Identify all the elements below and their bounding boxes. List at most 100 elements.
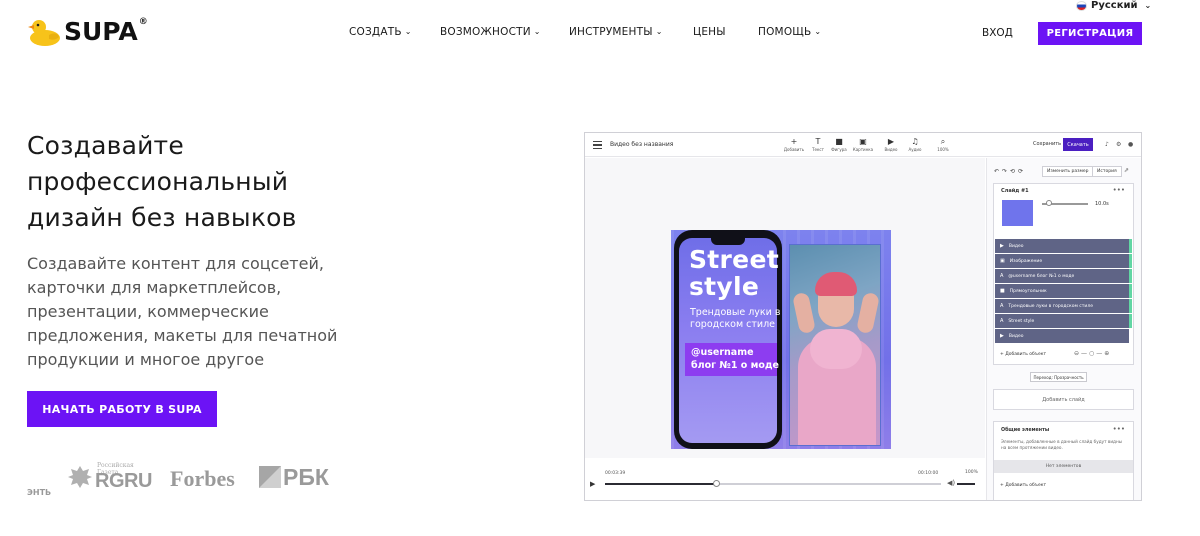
video-icon: ▶ xyxy=(887,137,895,146)
tool-label: Добавить xyxy=(783,147,805,152)
nav-label: СОЗДАТЬ xyxy=(349,26,402,38)
tool-shape[interactable]: ■ Фигура xyxy=(827,137,851,153)
tool-audio[interactable]: ♫ Аудио xyxy=(903,137,927,153)
nav-item-create[interactable]: СОЗДАТЬ ⌄ xyxy=(349,26,412,38)
press-logo-rbk[interactable]: РБК xyxy=(259,464,329,490)
slide-card[interactable]: Слайд #1 ••• изменить фон 10.0s ▶ Видео ▣… xyxy=(993,183,1134,365)
slide-subtitle: Трендовые луки в городском стиле xyxy=(690,307,781,330)
layer-timing-bar[interactable] xyxy=(1129,284,1132,298)
bell-icon[interactable]: ♪ xyxy=(1105,141,1109,148)
press-logo-partial: ЭНТЬ xyxy=(27,488,52,497)
more-icon[interactable]: ••• xyxy=(1113,425,1125,433)
start-button[interactable]: НАЧАТЬ РАБОТУ В SUPA xyxy=(27,391,217,427)
layer-label: Изображение xyxy=(1009,258,1043,264)
undo-redo-icons[interactable]: ↶↷⟲⟳ xyxy=(994,168,1026,175)
tool-label: Аудио xyxy=(908,147,922,152)
layer-timing-bar[interactable] xyxy=(1129,269,1132,283)
external-link-icon[interactable]: ⇗ xyxy=(1124,167,1129,174)
document-title[interactable]: Видео без названия xyxy=(610,141,673,148)
layer-row[interactable]: ▶ Видео xyxy=(995,329,1129,343)
menu-icon[interactable] xyxy=(593,141,602,149)
common-elements-title[interactable]: Общие элементы xyxy=(1001,428,1049,433)
timeline-scrubber[interactable] xyxy=(712,480,720,487)
slide-card-title: Слайд #1 xyxy=(1001,188,1029,194)
language-selector[interactable]: Русский ⌄ xyxy=(1076,0,1151,11)
layer-row[interactable]: ▣ Изображение xyxy=(995,254,1129,268)
chevron-down-icon: ⌄ xyxy=(404,27,412,36)
nav-label: ПОМОЩЬ xyxy=(758,26,812,38)
nav-item-features[interactable]: ВОЗМОЖНОСТИ ⌄ xyxy=(440,26,541,38)
total-time: 00:10:00 xyxy=(918,471,939,476)
download-button[interactable]: Скачать xyxy=(1063,138,1093,151)
layer-row[interactable]: ▶ Видео xyxy=(995,239,1129,253)
resize-button[interactable]: Изменить размер xyxy=(1042,166,1094,177)
tool-add[interactable]: + Добавить xyxy=(782,137,806,153)
layer-label: Street style xyxy=(1008,318,1035,324)
timeline: 00:03:39 00:10:00 100% ▶ ◀) xyxy=(585,458,985,500)
layer-timing-bar[interactable] xyxy=(1129,314,1132,328)
play-icon[interactable]: ▶ xyxy=(590,480,595,488)
history-button[interactable]: История xyxy=(1092,166,1122,177)
save-button[interactable]: Сохранить xyxy=(1033,141,1061,147)
common-elements-description: Элементы, добавленные в данный слайд буд… xyxy=(1001,439,1122,450)
add-slide-button[interactable]: Добавить слайд xyxy=(993,389,1134,410)
layer-timing-bar[interactable] xyxy=(1129,239,1132,253)
press-logo-rgru[interactable]: Российская Газета RGRU xyxy=(67,462,152,492)
layer-label: Видео xyxy=(1008,243,1024,249)
nav-item-help[interactable]: ПОМОЩЬ ⌄ xyxy=(758,26,821,38)
layer-row[interactable]: A Трендовые луки в городском стиле xyxy=(995,299,1129,313)
press-logo-forbes[interactable]: Forbes xyxy=(170,466,235,492)
layer-row[interactable]: ■ Прямоугольник xyxy=(995,284,1129,298)
gear-icon[interactable]: ⚙ xyxy=(1116,141,1121,148)
video-icon: ▶ xyxy=(1000,243,1004,249)
login-link[interactable]: ВХОД xyxy=(982,27,1013,39)
nav-item-tools[interactable]: ИНСТРУМЕНТЫ ⌄ xyxy=(569,26,663,38)
editor-canvas: Street style Трендовые луки в городском … xyxy=(585,158,985,458)
add-common-object-button[interactable]: + Добавить объект xyxy=(1000,483,1046,488)
eagle-crest-icon xyxy=(68,466,92,488)
layer-timing-bar[interactable] xyxy=(1129,254,1132,268)
layer-label: Видео xyxy=(1008,333,1024,339)
chevron-down-icon: ⌄ xyxy=(655,27,663,36)
volume-slider[interactable] xyxy=(957,483,975,485)
tool-video[interactable]: ▶ Видео xyxy=(879,137,903,153)
press-rbk-title: РБК xyxy=(283,463,329,490)
press-logos: ЭНТЬ Российская Газета RGRU Forbes РБК xyxy=(27,462,347,497)
image-icon: ▣ xyxy=(1000,258,1005,264)
layer-row[interactable]: A @username блог №1 о моде xyxy=(995,269,1129,283)
tool-zoom[interactable]: ⌕ 100% xyxy=(931,137,955,153)
current-time: 00:03:39 xyxy=(605,471,626,476)
zoom-controls-icon[interactable]: ⊖—○—⊕ xyxy=(1074,350,1111,357)
transition-button[interactable]: Переход: Прозрачность xyxy=(1030,372,1087,382)
text-icon: A xyxy=(1000,318,1004,324)
phone-notch xyxy=(711,238,745,245)
language-label: Русский xyxy=(1091,0,1138,11)
nav-label: ВОЗМОЖНОСТИ xyxy=(440,26,531,38)
layer-row[interactable]: A Street style xyxy=(995,314,1129,328)
chevron-down-icon: ⌄ xyxy=(1144,1,1152,10)
common-elements-empty: Нет элементов xyxy=(994,460,1133,473)
more-icon[interactable]: ••• xyxy=(1113,186,1125,194)
volume-icon[interactable]: ◀) xyxy=(947,479,955,487)
zoom-icon: ⌕ xyxy=(940,137,946,146)
common-elements: Общие элементы ••• Элементы, добавленные… xyxy=(993,421,1134,500)
layer-timing-bar[interactable] xyxy=(1129,299,1132,313)
register-button[interactable]: РЕГИСТРАЦИЯ xyxy=(1038,22,1142,45)
rbk-mark-icon xyxy=(259,466,281,488)
avatar-icon[interactable]: ● xyxy=(1128,141,1133,148)
slide-thumbnail[interactable]: изменить фон xyxy=(1002,200,1033,244)
main-nav: СОЗДАТЬ ⌄ ВОЗМОЖНОСТИ ⌄ ИНСТРУМЕНТЫ ⌄ ЦЕНЫ … xyxy=(0,26,1200,40)
slides-panel: ↶↷⟲⟳ Изменить размер История ⇗ Слайд #1 … xyxy=(986,158,1141,500)
slide-preview[interactable]: Street style Трендовые луки в городском … xyxy=(671,230,891,449)
layer-label: @username блог №1 о моде xyxy=(1008,273,1075,279)
plus-icon: + xyxy=(790,137,798,146)
text-icon: A xyxy=(1000,273,1004,279)
layer-label: Трендовые луки в городском стиле xyxy=(1008,303,1093,309)
image-icon: ▣ xyxy=(859,137,867,146)
add-object-button[interactable]: + Добавить объект xyxy=(1000,352,1046,357)
tool-label: Фигура xyxy=(831,147,847,152)
tool-image[interactable]: ▣ Картинка xyxy=(851,137,875,153)
duration-slider-knob[interactable] xyxy=(1046,200,1052,206)
nav-label: ЦЕНЫ xyxy=(693,26,726,38)
nav-item-pricing[interactable]: ЦЕНЫ xyxy=(693,26,726,38)
